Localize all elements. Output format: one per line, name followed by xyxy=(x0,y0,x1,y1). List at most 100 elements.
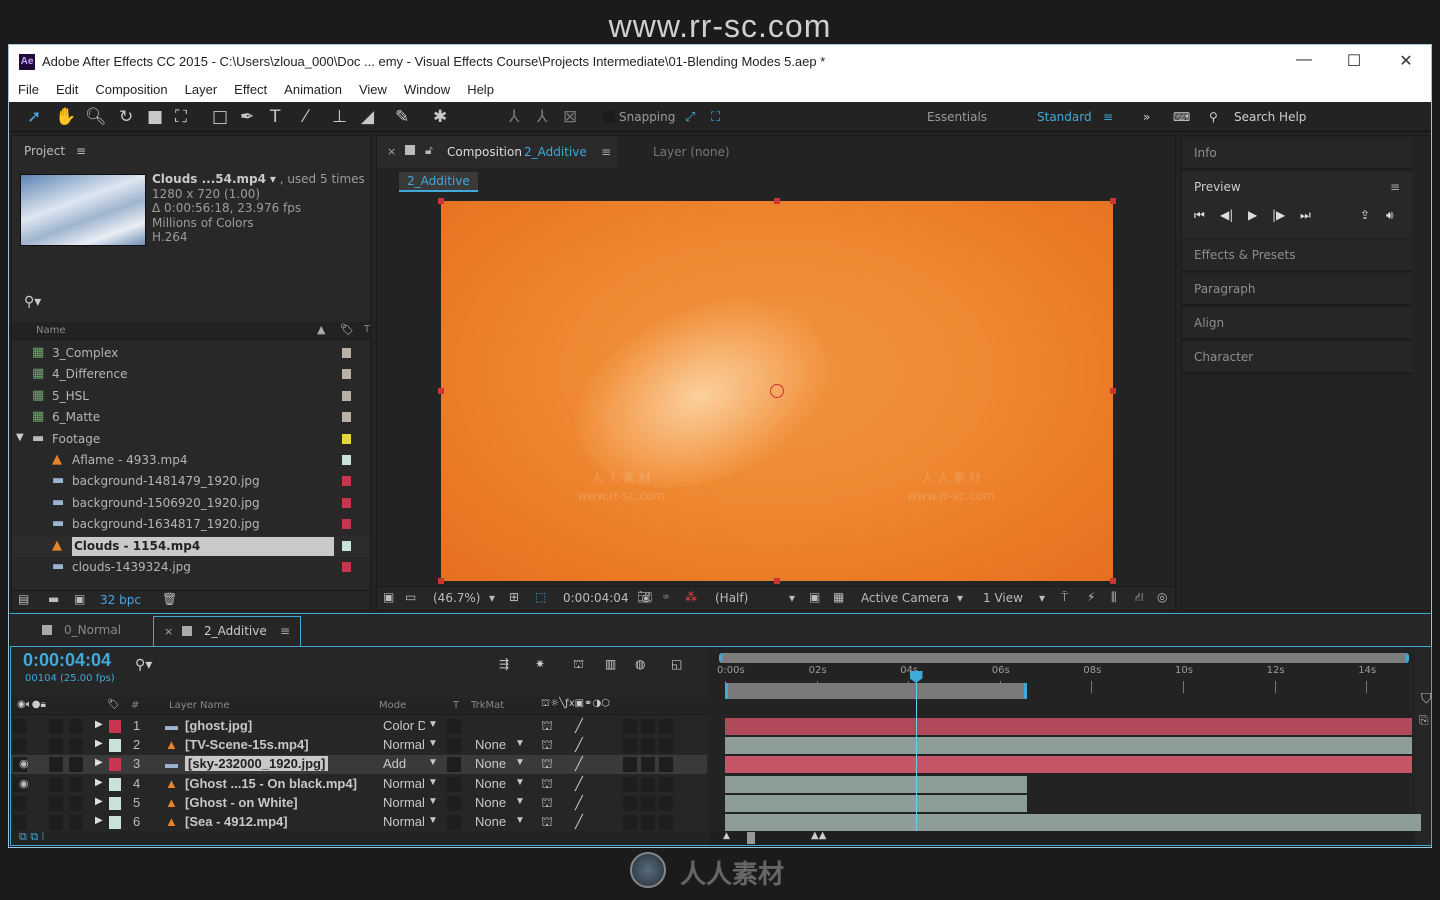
quality-switch-icon[interactable]: ╱ xyxy=(575,776,583,792)
label-column-icon[interactable]: 🏷︎ xyxy=(340,323,354,336)
layer-handle[interactable] xyxy=(774,578,780,584)
switch-box[interactable] xyxy=(641,719,655,734)
blend-mode-dropdown[interactable]: Normal xyxy=(383,776,425,791)
menu-animation[interactable]: Animation xyxy=(275,79,350,102)
region-of-interest-icon[interactable]: ▣ xyxy=(809,590,820,604)
switch-box[interactable] xyxy=(623,795,637,811)
new-folder-icon[interactable]: ▬ xyxy=(48,592,59,606)
name-column-header[interactable]: Name xyxy=(36,325,66,336)
project-item[interactable]: ▲ Aflame - 4933.mp4 xyxy=(12,450,370,471)
composition-canvas[interactable]: 人 人 素 材 www.rr-sc.com 人 人 素 材 www.rr-sc.… xyxy=(438,198,1116,584)
layer-row[interactable]: ▶ 2 ▲ [TV-Scene-15s.mp4] Normal ▼ None ▼ ⛫ ╱ xyxy=(11,736,707,755)
layer-handle[interactable] xyxy=(774,198,780,204)
switch-box[interactable] xyxy=(659,815,673,830)
timeline-tab-2_additive[interactable]: × 2_Additive ≡ xyxy=(153,616,301,646)
mode-dropdown-icon[interactable]: ▼ xyxy=(428,796,438,807)
switch-box[interactable] xyxy=(69,795,83,811)
close-button[interactable]: ✕ xyxy=(1391,51,1421,71)
eye-icon[interactable]: ◉ xyxy=(19,757,29,770)
snap-feather-icon[interactable]: ⛶ xyxy=(711,110,720,125)
quality-switch-icon[interactable]: ╱ xyxy=(575,795,583,811)
resolution-dropdown[interactable]: (Half) xyxy=(715,591,748,605)
mode-dropdown-icon[interactable]: ▼ xyxy=(428,757,438,768)
type-column-header[interactable]: T xyxy=(364,324,370,335)
trkmat-dropdown-icon[interactable]: ▼ xyxy=(515,738,525,749)
timeline-tab-0_normal[interactable]: 0_Normal xyxy=(30,616,150,646)
expand-layer-icon[interactable]: ▶ xyxy=(95,815,103,826)
menu-view[interactable]: View xyxy=(350,79,395,102)
shy-switch-icon[interactable]: ⛫ xyxy=(541,718,553,736)
sort-ascending-icon[interactable]: ▲ xyxy=(317,323,325,336)
track-matte-preserve-box[interactable] xyxy=(447,776,461,792)
fast-previews-icon[interactable]: ⚡ xyxy=(1087,590,1095,604)
transparency-grid-icon[interactable]: ▦ xyxy=(833,590,844,604)
track-matte-preserve-box[interactable] xyxy=(447,795,461,811)
trkmat-dropdown-icon[interactable]: ▼ xyxy=(515,777,525,788)
switch-box[interactable] xyxy=(49,776,63,792)
last-frame-icon[interactable]: ⏭ xyxy=(1300,208,1311,223)
comp-mini-flowchart-icon[interactable]: ⇶ xyxy=(499,657,509,671)
track-matte-preserve-box[interactable] xyxy=(447,719,461,734)
comp-breadcrumb[interactable]: 2_Additive xyxy=(399,172,478,192)
composition-tab[interactable]: × 🔓︎ Composition 2_Additive ≡ xyxy=(377,136,617,168)
switch-box[interactable] xyxy=(49,719,63,734)
project-item[interactable]: ▦ 5_HSL xyxy=(12,386,370,407)
project-search-icon[interactable]: ⚲▾ xyxy=(24,294,41,310)
switch-box[interactable] xyxy=(13,795,27,811)
playhead-handle[interactable] xyxy=(909,671,923,683)
label-color-swatch[interactable] xyxy=(342,540,351,551)
selection-tool-icon[interactable]: ➚ xyxy=(27,107,41,127)
more-workspaces-icon[interactable]: » xyxy=(1143,110,1150,124)
footage-dropdown-icon[interactable]: ▾ xyxy=(270,172,276,186)
zoom-slider-handle[interactable] xyxy=(747,832,755,844)
always-preview-icon[interactable]: ▣ xyxy=(383,590,394,604)
menu-composition[interactable]: Composition xyxy=(86,79,175,102)
layer-label-color[interactable] xyxy=(109,720,121,733)
expand-arrow-icon[interactable]: ▼ xyxy=(16,432,24,443)
layer-name[interactable]: [Sea - 4912.mp4] xyxy=(185,814,288,829)
blend-mode-dropdown[interactable]: Normal xyxy=(383,814,425,829)
track-matte-dropdown[interactable]: None xyxy=(475,776,506,791)
title-safe-icon[interactable]: ⊞ xyxy=(509,590,519,604)
label-color-swatch[interactable] xyxy=(342,476,351,487)
layer-handle[interactable] xyxy=(1110,198,1116,204)
pan-behind-tool-icon[interactable]: ⛶ xyxy=(175,107,187,127)
track-matte-preserve-box[interactable] xyxy=(447,815,461,830)
track-matte-dropdown[interactable]: None xyxy=(475,737,506,752)
project-item[interactable]: ▬ clouds-1439324.jpg xyxy=(12,557,370,578)
view-dropdown-icon[interactable]: ▾ xyxy=(1039,591,1045,605)
switch-box[interactable] xyxy=(641,776,655,792)
switch-box[interactable] xyxy=(49,757,63,773)
comp-panel-menu-icon[interactable]: ≡ xyxy=(601,145,611,159)
project-item[interactable]: ▬ background-1634817_1920.jpg xyxy=(12,514,370,535)
layer-duration-bar[interactable] xyxy=(725,737,1412,755)
layer-label-color[interactable] xyxy=(109,739,121,753)
switch-box[interactable] xyxy=(641,738,655,754)
label-color-swatch[interactable] xyxy=(342,390,351,401)
switch-box[interactable] xyxy=(13,719,27,734)
snap-icon[interactable]: ⤢ xyxy=(685,110,695,125)
switch-box[interactable] xyxy=(623,738,637,754)
quality-switch-icon[interactable]: ╱ xyxy=(575,737,583,753)
pen-tool-icon[interactable]: ✒ xyxy=(240,107,254,127)
switch-box[interactable] xyxy=(69,776,83,792)
layer-name[interactable]: [sky-232000_1920.jpg] xyxy=(185,756,329,772)
interpret-footage-icon[interactable]: ▤ xyxy=(18,592,29,606)
layer-label-color[interactable] xyxy=(109,816,121,829)
previous-frame-icon[interactable]: ◀| xyxy=(1220,208,1233,222)
switch-box[interactable] xyxy=(659,719,673,734)
blend-mode-dropdown[interactable]: Add xyxy=(383,756,425,771)
layer-label-color[interactable] xyxy=(109,777,121,791)
label-color-swatch[interactable] xyxy=(342,519,351,530)
search-help-input[interactable]: Search Help xyxy=(1234,110,1306,124)
tab-menu-icon[interactable]: ≡ xyxy=(280,624,290,638)
show-snapshot-icon[interactable]: ⚭ xyxy=(661,590,671,604)
switch-box[interactable] xyxy=(659,738,673,754)
anchor-point-icon[interactable] xyxy=(770,384,784,398)
label-color-swatch[interactable] xyxy=(342,497,351,508)
draft-3d-icon[interactable]: ✷ xyxy=(535,657,545,671)
current-time[interactable]: 0:00:04:04 xyxy=(563,591,629,605)
switch-box[interactable] xyxy=(659,795,673,811)
expand-layer-icon[interactable]: ▶ xyxy=(95,719,103,730)
rectangle-tool-icon[interactable]: □ xyxy=(212,107,228,127)
